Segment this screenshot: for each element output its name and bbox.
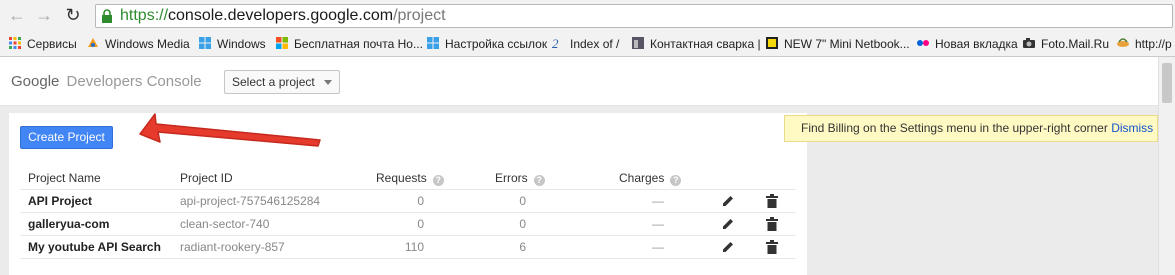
annotation-arrow-icon [139, 113, 321, 147]
